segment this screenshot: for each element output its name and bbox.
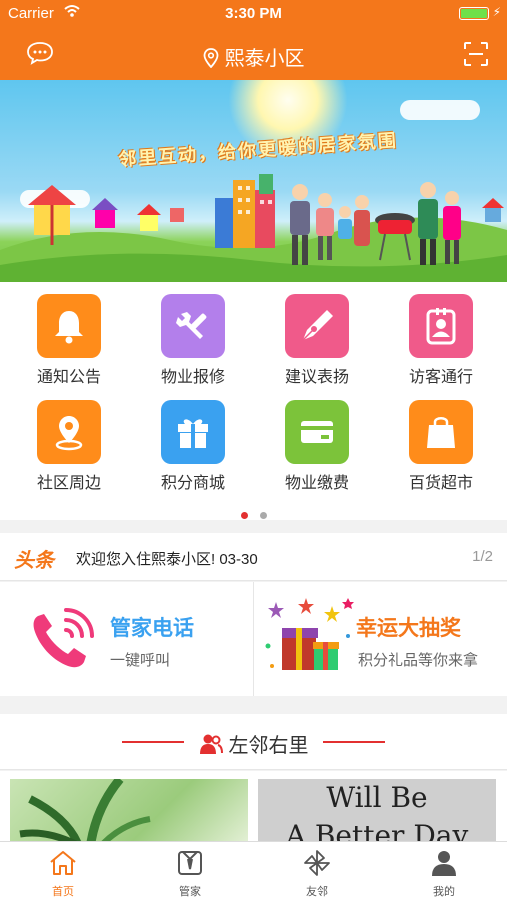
card-icon bbox=[301, 421, 333, 443]
grid-item-label: 建议表扬 bbox=[284, 369, 349, 386]
clock: 3:30 PM bbox=[225, 5, 282, 22]
status-bar: Carrier 3:30 PM ⚡ bbox=[0, 0, 507, 28]
feed-photo-quote[interactable]: Will Be A Better Day bbox=[258, 779, 496, 841]
feed-photo-plant[interactable] bbox=[10, 776, 248, 841]
grid-item-mall[interactable]: 积分商城 bbox=[130, 388, 256, 494]
tab-neighbors[interactable]: 友邻 bbox=[254, 842, 380, 900]
gift-box-icon bbox=[265, 598, 354, 670]
bell-icon bbox=[55, 311, 83, 344]
butler-phone-card[interactable]: 管家电话 一键呼叫 bbox=[0, 582, 253, 696]
header-line-right bbox=[323, 741, 385, 743]
tab-butler[interactable]: 管家 bbox=[127, 842, 253, 900]
headline-page: 1/2 bbox=[472, 548, 493, 565]
top-nav-bar: 熙泰小区 bbox=[0, 28, 507, 80]
location-icon bbox=[55, 416, 83, 451]
grid-item-label: 访客通行 bbox=[408, 369, 473, 386]
grid-page-dot-active bbox=[240, 512, 248, 519]
grid-pager bbox=[0, 506, 507, 524]
banner-illustration bbox=[0, 174, 507, 282]
headline-ticker[interactable]: 头条 欢迎您入住熙泰小区! 03-30 1/2 bbox=[0, 533, 507, 581]
grid-item-label: 通知公告 bbox=[36, 369, 101, 386]
community-selector[interactable]: 熙泰小区 bbox=[0, 42, 507, 71]
grid-item-repair[interactable]: 物业报修 bbox=[130, 282, 256, 388]
community-name: 熙泰小区 bbox=[224, 48, 305, 70]
badge-icon bbox=[426, 308, 456, 345]
grid-item-notice[interactable]: 通知公告 bbox=[6, 282, 132, 388]
grid-item-label: 物业缴费 bbox=[284, 475, 349, 492]
neighbor-feed: Will Be A Better Day bbox=[0, 771, 507, 841]
grid-item-market[interactable]: 百货超市 bbox=[378, 388, 504, 494]
plant-image bbox=[19, 776, 151, 841]
bottom-tab-bar: 首页 管家 友邻 我的 bbox=[0, 841, 507, 900]
home-icon bbox=[50, 851, 76, 875]
location-pin-icon bbox=[203, 48, 218, 69]
butler-phone-title: 管家电话 bbox=[110, 617, 194, 640]
headline-text[interactable]: 欢迎您入住熙泰小区! 03-30 bbox=[76, 548, 258, 569]
neighbor-title: 左邻右里 bbox=[0, 729, 507, 758]
grid-page-dot bbox=[259, 512, 267, 519]
quote-line-2: A Better Day bbox=[285, 819, 469, 841]
tab-profile[interactable]: 我的 bbox=[381, 842, 507, 900]
lottery-subtitle: 积分礼品等你来拿 bbox=[358, 652, 479, 669]
butler-phone-subtitle: 一键呼叫 bbox=[110, 652, 171, 669]
scan-icon[interactable] bbox=[463, 41, 489, 67]
pinwheel-icon bbox=[304, 850, 330, 876]
pen-icon bbox=[302, 310, 333, 341]
tab-home[interactable]: 首页 bbox=[0, 842, 126, 900]
grid-item-label: 物业报修 bbox=[160, 369, 225, 386]
wrench-icon bbox=[176, 312, 207, 339]
charging-icon: ⚡ bbox=[492, 5, 501, 19]
gift-icon bbox=[178, 419, 208, 448]
grid-item-label: 百货超市 bbox=[408, 475, 473, 492]
grid-item-label: 积分商城 bbox=[160, 475, 225, 492]
butler-icon bbox=[178, 851, 202, 875]
quote-line-1: Will Be bbox=[326, 781, 428, 814]
neighbor-section-header: 左邻右里 bbox=[0, 714, 507, 770]
grid-item-suggest[interactable]: 建议表扬 bbox=[254, 282, 380, 388]
service-cards: 管家电话 一键呼叫 幸运大抽奖 积分礼品等你来拿 bbox=[0, 582, 507, 696]
grid-item-label: 社区周边 bbox=[36, 475, 101, 492]
headline-tag: 头条 bbox=[14, 550, 54, 572]
grid-item-payment[interactable]: 物业缴费 bbox=[254, 388, 380, 494]
grid-item-visitor[interactable]: 访客通行 bbox=[378, 282, 504, 388]
feature-grid: 通知公告 物业报修 建议表扬 访客通行 社区周边 积分商城 物业缴费 百货超市 bbox=[0, 282, 507, 520]
bag-icon bbox=[427, 417, 455, 448]
grid-item-nearby[interactable]: 社区周边 bbox=[6, 388, 132, 494]
person-icon bbox=[432, 851, 456, 876]
people-icon bbox=[199, 734, 223, 754]
lottery-title: 幸运大抽奖 bbox=[356, 617, 461, 640]
phone-icon bbox=[33, 608, 94, 668]
battery-icon bbox=[459, 7, 489, 20]
lottery-card[interactable]: 幸运大抽奖 积分礼品等你来拿 bbox=[254, 582, 507, 696]
promo-banner[interactable]: 邻里互动，给你更暖的居家氛围 bbox=[0, 80, 507, 282]
